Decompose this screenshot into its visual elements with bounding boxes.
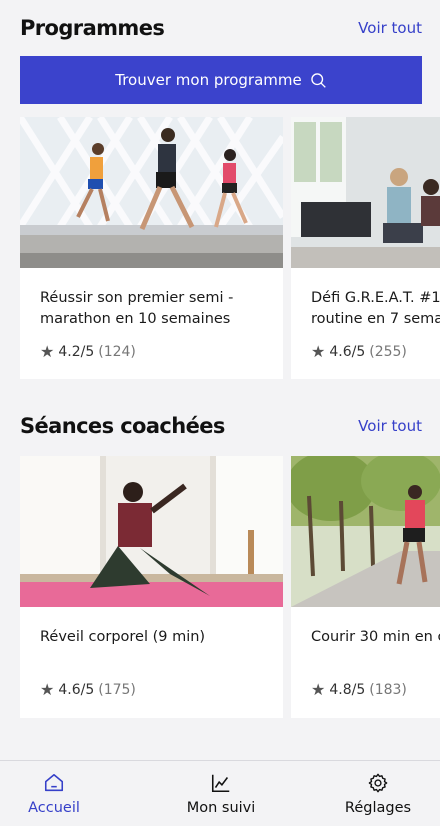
star-icon: ★	[40, 680, 55, 699]
programme-card[interactable]: Réussir son premier semi - marathon en 1…	[20, 117, 283, 379]
coached-card[interactable]: Courir 30 min en c ★ 4.8/5 (183)	[291, 456, 440, 718]
coached-carousel[interactable]: Réveil corporel (9 min) ★ 4.6/5 (175) Co…	[20, 456, 440, 718]
coached-header: Séances coachées Voir tout	[20, 414, 422, 438]
see-all-coached-link[interactable]: Voir tout	[358, 417, 422, 435]
coached-card-rating: ★ 4.8/5 (183)	[311, 680, 407, 699]
rating-count: (175)	[98, 681, 136, 698]
nav-item-home[interactable]: Accueil	[20, 761, 88, 826]
rating-count: (183)	[369, 681, 407, 698]
programme-card-rating: ★ 4.2/5 (124)	[40, 342, 136, 361]
star-icon: ★	[311, 342, 326, 361]
coached-card-title: Courir 30 min en c	[311, 629, 440, 645]
coached-card-rating: ★ 4.6/5 (175)	[40, 680, 136, 699]
rating-count: (255)	[369, 343, 407, 360]
programmes-carousel[interactable]: Réussir son premier semi - marathon en 1…	[20, 117, 440, 379]
nav-item-settings[interactable]: Réglages	[338, 761, 418, 826]
programme-card[interactable]: Défi G.R.E.A.T. #1 : routine en 7 sema ★…	[291, 117, 440, 379]
chart-icon	[211, 774, 230, 793]
rating-value: 4.6/5	[329, 343, 366, 360]
programme-card-title: Réussir son premier semi - marathon en 1…	[40, 290, 234, 327]
see-all-programmes-link[interactable]: Voir tout	[358, 19, 422, 37]
search-icon	[310, 72, 326, 88]
bottom-nav: Accueil Mon suivi Réglages	[0, 760, 440, 826]
coached-card-title: Réveil corporel (9 min)	[40, 629, 206, 645]
nav-item-label: Réglages	[344, 800, 412, 816]
find-programme-label: Trouver mon programme	[115, 71, 302, 89]
nav-item-label: Accueil	[28, 800, 80, 816]
star-icon: ★	[311, 680, 326, 699]
nav-item-progress[interactable]: Mon suivi	[176, 761, 266, 826]
find-programme-button[interactable]: Trouver mon programme	[20, 56, 422, 104]
home-icon	[44, 773, 64, 792]
programme-card-image-fitness	[291, 117, 440, 268]
rating-count: (124)	[98, 343, 136, 360]
programmes-header: Programmes Voir tout	[20, 16, 422, 40]
rating-value: 4.2/5	[58, 343, 95, 360]
nav-item-label: Mon suivi	[186, 800, 256, 816]
programme-card-image-runners	[20, 117, 283, 268]
coached-card-image-yoga	[20, 456, 283, 607]
programme-card-rating: ★ 4.6/5 (255)	[311, 342, 407, 361]
rating-value: 4.6/5	[58, 681, 95, 698]
section-title-coached: Séances coachées	[20, 414, 225, 438]
section-title-programmes: Programmes	[20, 16, 165, 40]
star-icon: ★	[40, 342, 55, 361]
rating-value: 4.8/5	[329, 681, 366, 698]
gear-icon	[368, 773, 388, 793]
programme-card-title: Défi G.R.E.A.T. #1 : routine en 7 sema	[311, 290, 440, 327]
coached-card-image-runner-park	[291, 456, 440, 607]
coached-card[interactable]: Réveil corporel (9 min) ★ 4.6/5 (175)	[20, 456, 283, 718]
